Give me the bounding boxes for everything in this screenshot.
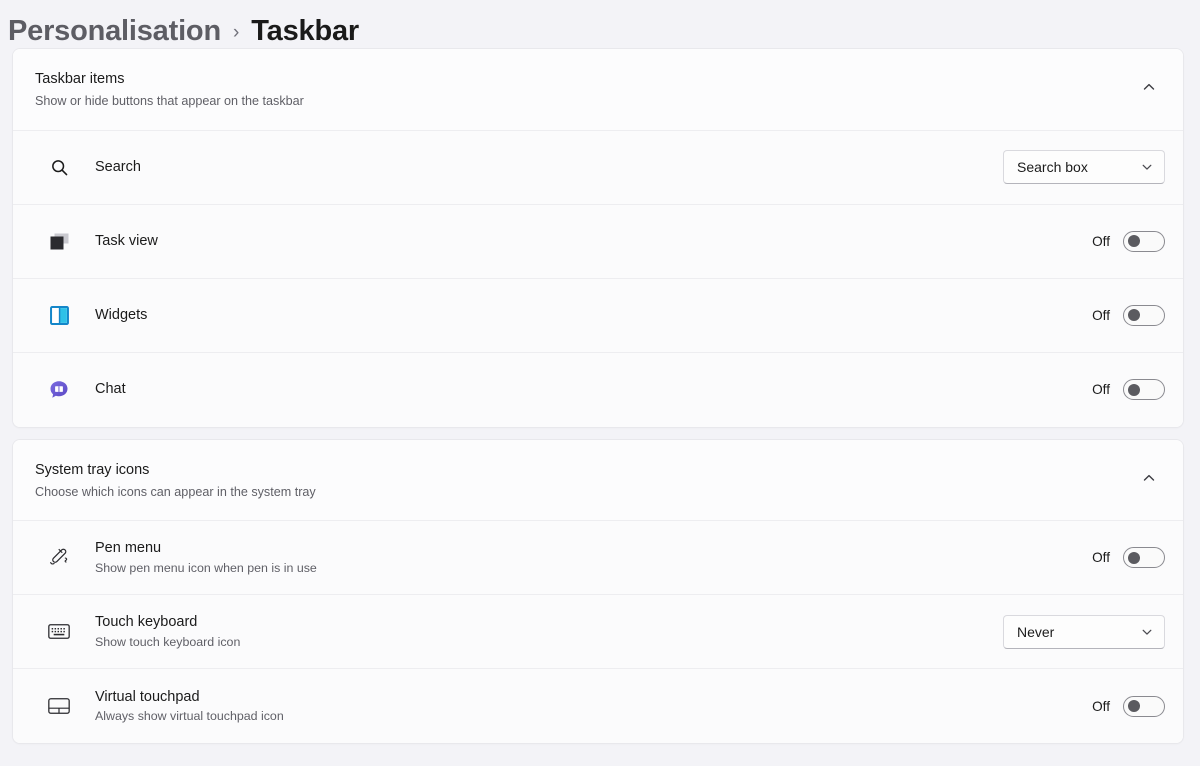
row-pen-menu-sub: Show pen menu icon when pen is in use — [95, 560, 317, 575]
search-mode-value: Search box — [1017, 159, 1088, 176]
taskbar-items-card: Taskbar items Show or hide buttons that … — [12, 48, 1184, 428]
pen-menu-toggle[interactable] — [1123, 547, 1165, 569]
row-task-view: Task view Off — [13, 204, 1183, 279]
row-chat-label: Chat — [95, 381, 126, 398]
row-pen-menu: Pen menu Show pen menu icon when pen is … — [13, 521, 1183, 596]
touchpad-icon — [47, 694, 71, 718]
chevron-up-icon[interactable] — [1133, 71, 1165, 103]
chevron-down-icon — [1141, 626, 1153, 638]
row-widgets: Widgets Off — [13, 278, 1183, 353]
task-view-toggle[interactable] — [1123, 230, 1165, 252]
row-touch-keyboard: Touch keyboard Show touch keyboard icon … — [13, 595, 1183, 670]
toggle-knob — [1128, 700, 1140, 713]
pen-icon — [47, 546, 71, 570]
row-task-view-label: Task view — [95, 232, 158, 249]
toggle-knob — [1128, 551, 1140, 564]
row-virtual-touchpad-label: Virtual touchpad — [95, 688, 200, 705]
virtual-touchpad-toggle[interactable] — [1123, 695, 1165, 717]
row-touch-keyboard-label: Touch keyboard — [95, 614, 198, 631]
touch-keyboard-value: Never — [1017, 623, 1055, 640]
task-view-icon — [47, 229, 71, 253]
widgets-toggle-state: Off — [1092, 307, 1110, 323]
keyboard-icon — [47, 620, 71, 644]
touch-keyboard-dropdown[interactable]: Never — [1003, 614, 1165, 649]
breadcrumb-separator-icon: › — [232, 22, 240, 43]
row-touch-keyboard-sub: Show touch keyboard icon — [95, 634, 241, 649]
row-search: Search Search box — [13, 130, 1183, 205]
system-tray-icons-title: System tray icons — [35, 461, 150, 478]
system-tray-icons-card: System tray icons Choose which icons can… — [12, 438, 1184, 745]
toggle-knob — [1128, 235, 1140, 248]
taskbar-items-title: Taskbar items — [35, 71, 125, 87]
row-widgets-label: Widgets — [95, 306, 148, 323]
row-chat: Chat Off — [13, 352, 1183, 427]
row-virtual-touchpad-sub: Always show virtual touchpad icon — [95, 709, 284, 724]
virtual-touchpad-toggle-state: Off — [1092, 698, 1110, 714]
row-search-label: Search — [95, 158, 141, 175]
widgets-icon — [47, 303, 71, 327]
pen-menu-toggle-state: Off — [1092, 550, 1110, 566]
row-virtual-touchpad: Virtual touchpad Always show virtual tou… — [13, 669, 1183, 744]
chevron-up-icon[interactable] — [1133, 462, 1165, 494]
breadcrumb-parent-link[interactable]: Personalisation — [8, 15, 221, 48]
toggle-knob — [1128, 309, 1140, 322]
taskbar-items-subtitle: Show or hide buttons that appear on the … — [35, 94, 304, 109]
row-pen-menu-label: Pen menu — [95, 540, 162, 557]
search-mode-dropdown[interactable]: Search box — [1003, 150, 1165, 185]
page-title: Taskbar — [251, 14, 359, 47]
chat-icon — [47, 378, 71, 402]
chat-toggle[interactable] — [1123, 379, 1165, 401]
widgets-toggle[interactable] — [1123, 304, 1165, 326]
taskbar-items-header[interactable]: Taskbar items Show or hide buttons that … — [13, 49, 1183, 131]
task-view-toggle-state: Off — [1092, 233, 1110, 249]
chat-toggle-state: Off — [1092, 382, 1110, 398]
chevron-down-icon — [1141, 161, 1153, 173]
system-tray-icons-subtitle: Choose which icons can appear in the sys… — [35, 484, 316, 499]
breadcrumb: Personalisation › Taskbar — [0, 0, 1200, 48]
toggle-knob — [1128, 383, 1140, 396]
system-tray-icons-header[interactable]: System tray icons Choose which icons can… — [13, 439, 1183, 522]
search-icon — [47, 155, 71, 179]
